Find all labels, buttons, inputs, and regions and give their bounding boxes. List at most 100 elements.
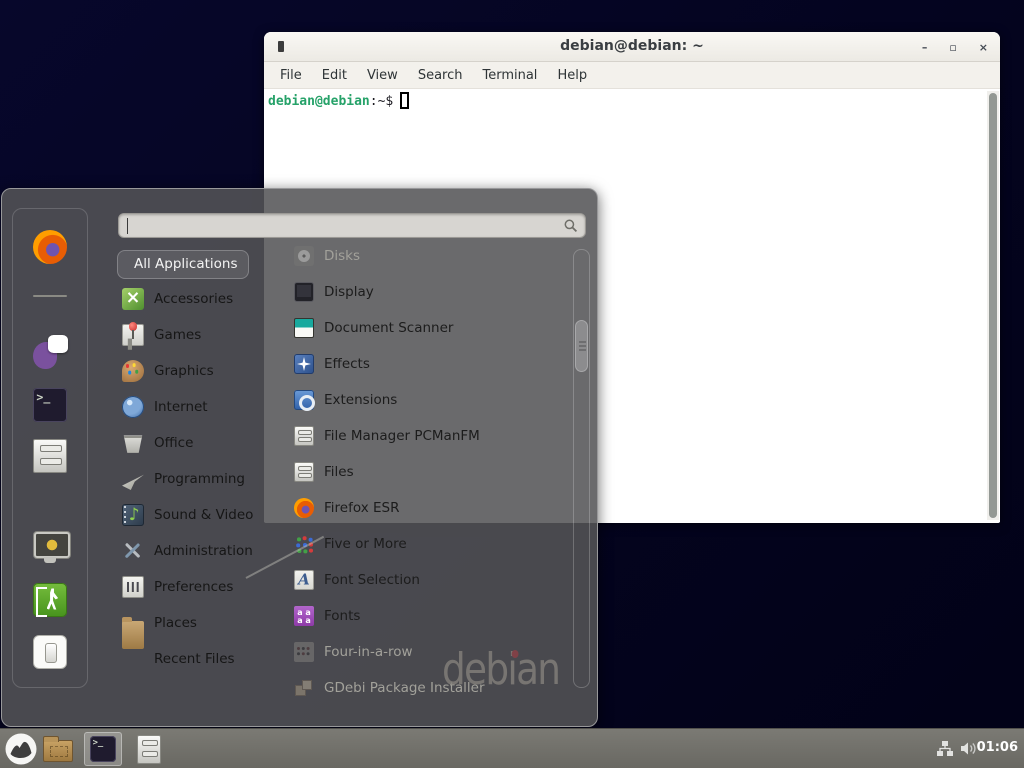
app-item-effects[interactable]: Effects	[282, 346, 572, 382]
category-preferences[interactable]: Preferences	[114, 569, 284, 605]
app-label: Font Selection	[324, 572, 420, 588]
desktop: debian@debian: ~ –▫× FileEditViewSearchT…	[0, 0, 1024, 768]
search-input[interactable]	[125, 215, 555, 236]
app-item-display[interactable]: Display	[282, 274, 572, 310]
menu-scrollbar-thumb[interactable]	[575, 320, 588, 372]
terminal-menu-search[interactable]: Search	[408, 68, 473, 83]
app-item-document-scanner[interactable]: Document Scanner	[282, 310, 572, 346]
search-icon	[564, 219, 578, 233]
favorite-file-cabinet[interactable]	[33, 439, 67, 477]
volume-icon[interactable]	[960, 741, 978, 756]
accessories-icon	[122, 288, 144, 310]
terminal-scrollbar-thumb[interactable]	[989, 93, 997, 518]
network-icon[interactable]	[936, 741, 954, 756]
administration-icon	[122, 540, 144, 562]
close-button[interactable]: ×	[979, 42, 988, 53]
favorites-column	[12, 208, 88, 688]
category-label: Office	[154, 435, 193, 451]
terminal-menubar: FileEditViewSearchTerminalHelp	[264, 62, 1000, 89]
firefox-icon	[33, 230, 67, 264]
graphics-icon	[122, 360, 144, 382]
terminal-scrollbar[interactable]	[987, 91, 999, 520]
app-item-extensions[interactable]: Extensions	[282, 382, 572, 418]
shutdown-icon	[33, 635, 67, 669]
file-cabinet-icon	[137, 735, 161, 764]
terminal-menu-file[interactable]: File	[270, 68, 312, 83]
favorite-software[interactable]	[33, 282, 67, 301]
files-launcher[interactable]	[134, 734, 164, 764]
terminal-menu-edit[interactable]: Edit	[312, 68, 357, 83]
app-item-disks: Disks	[282, 238, 572, 274]
terminal-menu-help[interactable]: Help	[547, 68, 597, 83]
favorite-logout[interactable]	[33, 583, 67, 621]
app-item-four-in-a-row: Four-in-a-row	[282, 634, 572, 670]
category-label: Sound & Video	[154, 507, 253, 523]
maximize-button[interactable]: ▫	[949, 42, 956, 53]
menu-scrollbar[interactable]	[573, 249, 590, 688]
category-office[interactable]: Office	[114, 425, 284, 461]
category-programming[interactable]: Programming	[114, 461, 284, 497]
games-icon	[122, 324, 144, 346]
extensions-icon	[294, 390, 314, 410]
screensaver-icon	[33, 530, 67, 564]
folder-icon	[43, 740, 73, 762]
prompt-suffix: :~$	[370, 94, 393, 109]
terminal-launcher[interactable]	[84, 732, 122, 766]
gdebi-icon	[294, 678, 314, 698]
search-caret	[127, 218, 128, 234]
terminal-cursor	[400, 92, 409, 109]
app-label: Disks	[324, 248, 360, 264]
category-internet[interactable]: Internet	[114, 389, 284, 425]
app-label: File Manager PCManFM	[324, 428, 480, 444]
category-accessories[interactable]: Accessories	[114, 281, 284, 317]
app-item-gdebi-package-installer: GDebi Package Installer	[282, 670, 572, 706]
taskbar: 01:06	[0, 728, 1024, 768]
app-label: Document Scanner	[324, 320, 453, 336]
category-graphics[interactable]: Graphics	[114, 353, 284, 389]
app-item-file-manager-pcmanfm[interactable]: File Manager PCManFM	[282, 418, 572, 454]
terminal-titlebar[interactable]: debian@debian: ~ –▫×	[264, 32, 1000, 62]
category-all-applications[interactable]: All Applications	[117, 250, 249, 279]
font-selection-icon	[294, 570, 314, 590]
file-manager-launcher[interactable]	[42, 735, 74, 763]
sound-video-icon	[122, 504, 144, 526]
menu-button[interactable]	[5, 733, 37, 765]
category-recent-files[interactable]: Recent Files	[114, 641, 284, 677]
minimize-button[interactable]: –	[922, 42, 928, 53]
internet-icon	[122, 396, 144, 418]
category-label: Accessories	[154, 291, 233, 307]
favorite-shutdown[interactable]	[33, 635, 67, 673]
app-item-files[interactable]: Files	[282, 454, 572, 490]
app-label: GDebi Package Installer	[324, 680, 485, 696]
file-cabinet-icon	[294, 426, 314, 446]
display-icon	[294, 282, 314, 302]
terminal-menu-terminal[interactable]: Terminal	[472, 68, 547, 83]
favorite-firefox[interactable]	[33, 230, 67, 268]
fonts-icon	[294, 606, 314, 626]
disks-icon	[294, 246, 314, 266]
application-menu: All Applications Accessories Games Graphic…	[1, 188, 598, 727]
category-label: Preferences	[154, 579, 233, 595]
category-label: Recent Files	[154, 651, 235, 667]
category-label: Places	[154, 615, 197, 631]
category-label: Programming	[154, 471, 245, 487]
favorite-terminal[interactable]	[33, 388, 67, 426]
app-label: Extensions	[324, 392, 397, 408]
category-label: Games	[154, 327, 201, 343]
favorite-screensaver[interactable]	[33, 530, 67, 568]
window-buttons: – ▫ ×	[922, 32, 988, 62]
app-item-font-selection[interactable]: Font Selection	[282, 562, 572, 598]
category-places[interactable]: Places	[114, 605, 284, 641]
category-sound-video[interactable]: Sound & Video	[114, 497, 284, 533]
app-item-five-or-more[interactable]: Five or More	[282, 526, 572, 562]
category-list: Accessories Games GraphicsInternet Office Pr…	[114, 281, 284, 677]
software-icon	[33, 295, 67, 297]
favorite-pidgin[interactable]	[33, 335, 67, 373]
app-item-firefox-esr[interactable]: Firefox ESR	[282, 490, 572, 526]
app-label: Effects	[324, 356, 370, 372]
terminal-menu-view[interactable]: View	[357, 68, 408, 83]
app-item-fonts[interactable]: Fonts	[282, 598, 572, 634]
category-games[interactable]: Games	[114, 317, 284, 353]
category-administration[interactable]: Administration	[114, 533, 284, 569]
search-box	[118, 213, 586, 238]
